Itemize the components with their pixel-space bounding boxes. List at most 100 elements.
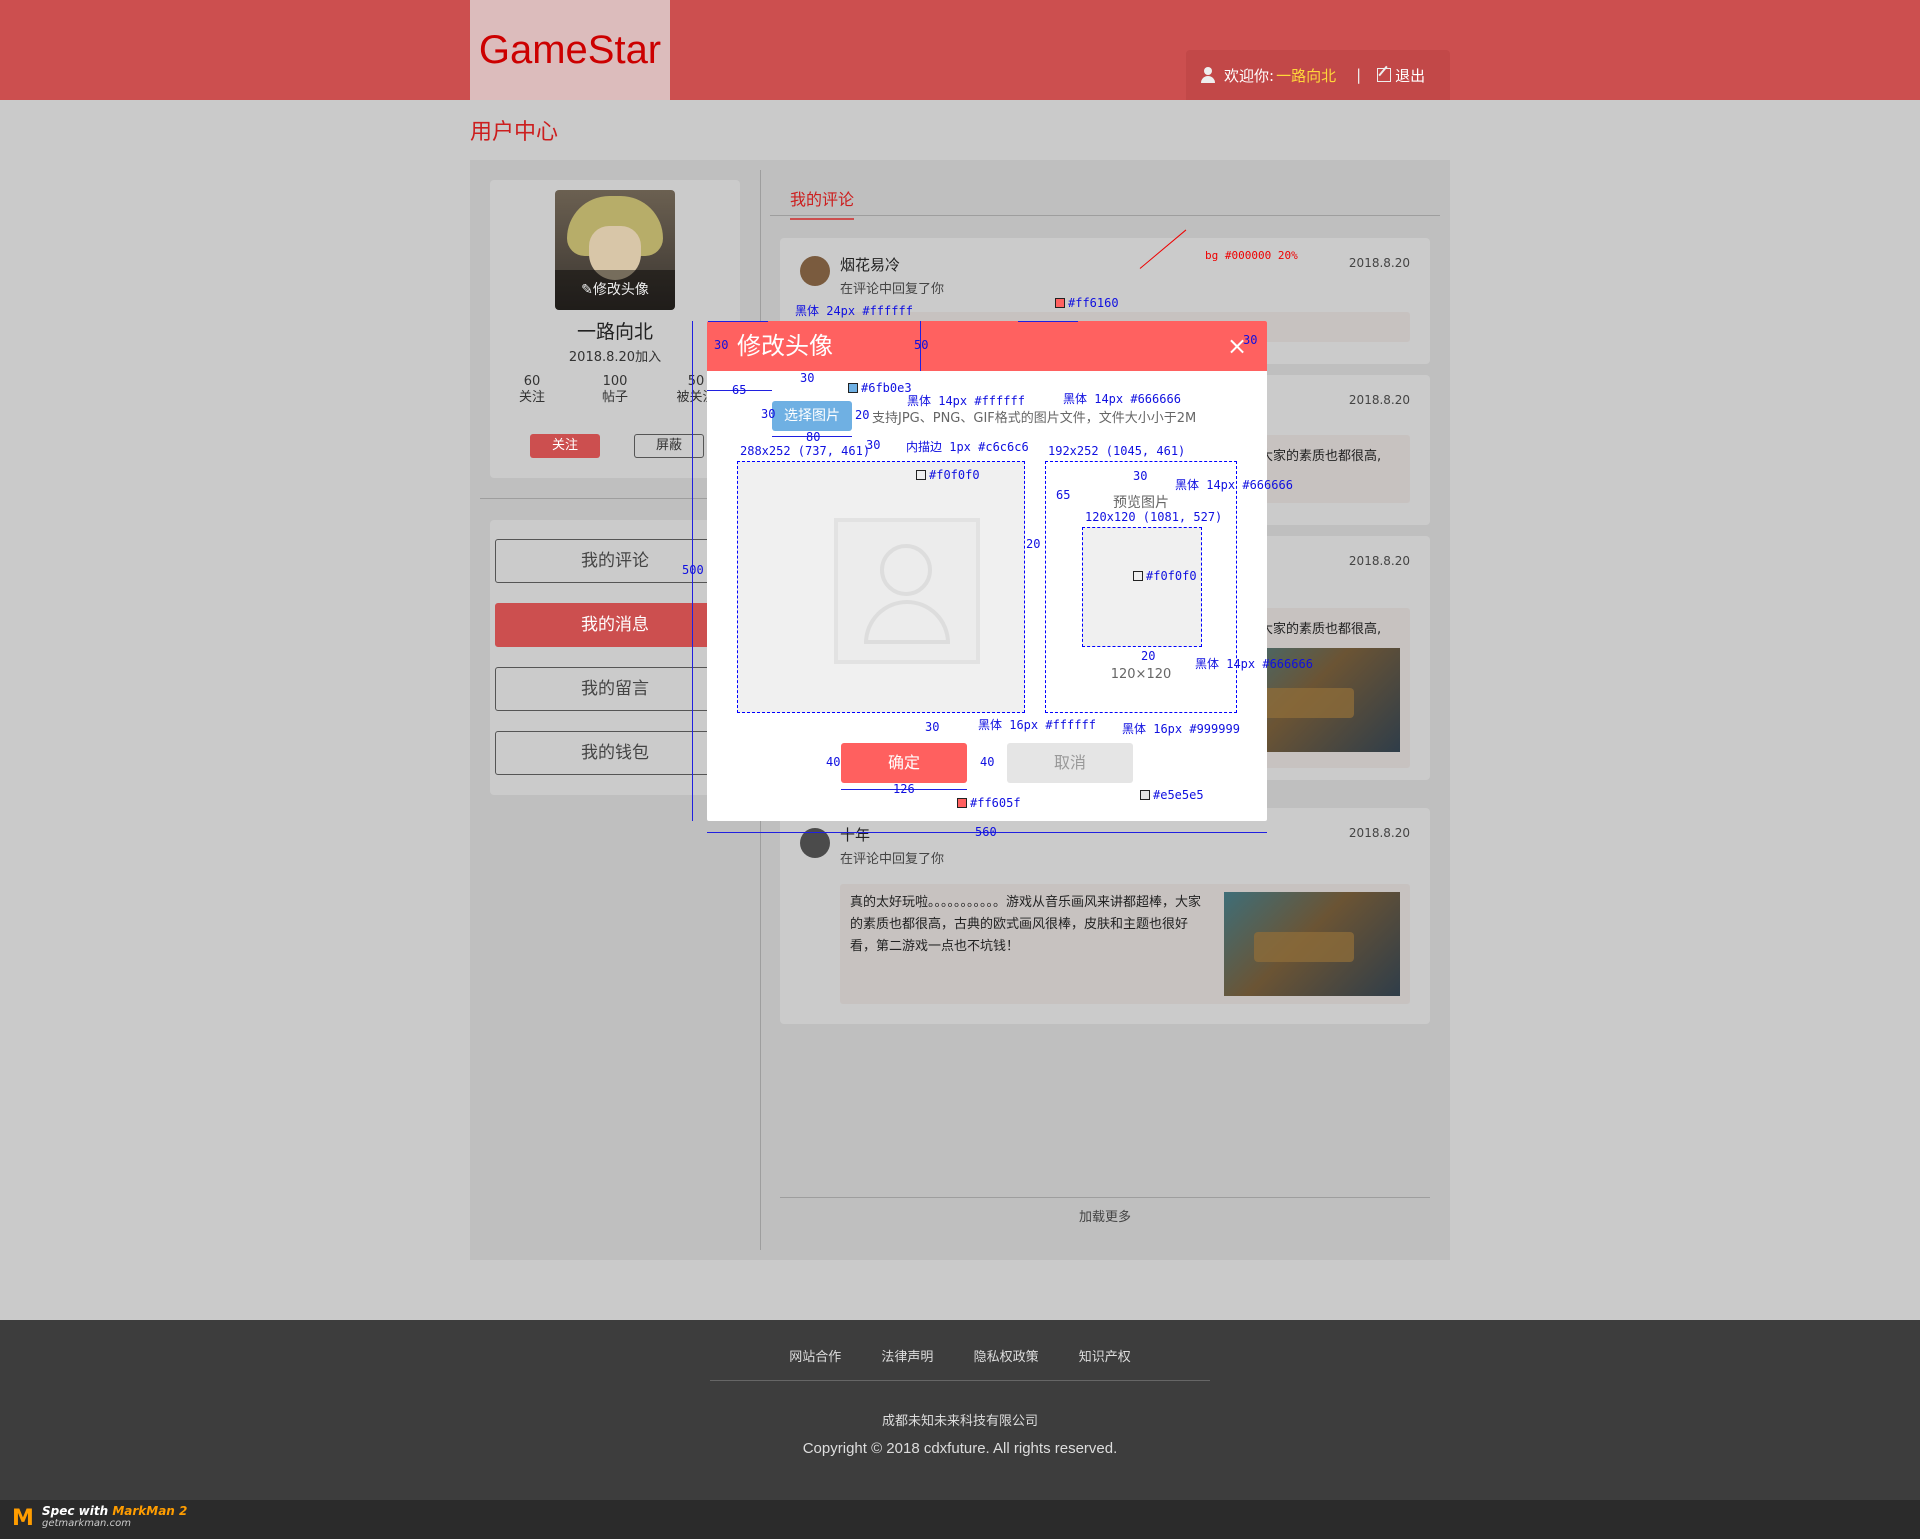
annotation-preview-font: 黑体 14px #666666 xyxy=(1175,478,1293,492)
annotation-crop-size: 288x252 (737, 461) xyxy=(740,444,871,458)
annotation-dim: 126 xyxy=(893,782,915,796)
annotation-dim: 50 xyxy=(914,338,929,352)
comment-text: 真的太好玩啦。。。。。。。。。。。游戏从音乐画风来讲都超棒，大家的素质也都很高，… xyxy=(850,895,1202,954)
stat-label: 关注 xyxy=(518,390,545,405)
footer-link-ip[interactable]: 知识产权 xyxy=(1079,1350,1131,1365)
preview-label: 预览图片 xyxy=(1113,495,1169,511)
follow-button[interactable]: 关注 xyxy=(530,434,600,458)
preview-area: 预览图片 120×120 xyxy=(1045,461,1237,713)
comment-text-peek: 大家的素质也都很高, xyxy=(1260,622,1382,637)
annotation-dim: 500 xyxy=(682,563,704,577)
annotation-preview-size: 192x252 (1045, 461) xyxy=(1048,444,1186,458)
comment-subtitle: 在评论中回复了你 xyxy=(840,852,945,867)
annotation-dim: 20 xyxy=(1141,649,1156,663)
commenter-name[interactable]: 十年 xyxy=(840,824,870,845)
annotation-dim: 40 xyxy=(826,755,841,769)
comment-date: 2018.8.20 xyxy=(1348,554,1410,568)
comment-subtitle: 在评论中回复了你 xyxy=(840,282,945,297)
comment-date: 2018.8.20 xyxy=(1348,826,1410,840)
annotation-choose-font: 黑体 14px #ffffff xyxy=(907,394,1025,408)
site-logo[interactable]: GameStar xyxy=(470,0,670,100)
stat-posts[interactable]: 100 帖子 xyxy=(585,374,645,406)
annotation-dim: 40 xyxy=(980,755,995,769)
footer-divider xyxy=(710,1380,1210,1381)
annotation-choose-color-text: #6fb0e3 xyxy=(861,381,912,395)
comment-date: 2018.8.20 xyxy=(1348,393,1410,407)
swatch-icon xyxy=(957,798,967,808)
logout-icon[interactable] xyxy=(1377,68,1392,82)
annotation-line xyxy=(1018,321,1078,322)
user-bar: 欢迎你: 一路向北 | 退出 xyxy=(1186,50,1450,100)
annotation-dim: 20 xyxy=(1026,537,1041,551)
choose-image-button[interactable]: 选择图片 xyxy=(772,401,852,431)
menu-my-messages[interactable]: 我的消息 xyxy=(495,603,735,647)
modal-header: 修改头像 × xyxy=(707,321,1267,371)
cancel-button[interactable]: 取消 xyxy=(1007,743,1133,783)
annotation-choose-color: #6fb0e3 xyxy=(848,381,912,395)
footer-link-legal[interactable]: 法律声明 xyxy=(881,1350,933,1365)
edit-avatar-button[interactable]: ✎修改头像 xyxy=(555,270,675,310)
footer-copyright: Copyright © 2018 cdxfuture. All rights r… xyxy=(802,1440,1118,1457)
annotation-size-font: 黑体 14px #666666 xyxy=(1195,657,1313,671)
menu-my-wallet[interactable]: 我的钱包 xyxy=(495,731,735,775)
header-separator: | xyxy=(1356,66,1362,84)
commenter-avatar[interactable] xyxy=(800,256,830,286)
crop-area[interactable] xyxy=(737,461,1025,713)
annotation-hint-font: 黑体 14px #666666 xyxy=(1063,392,1181,406)
annotation-dim: 65 xyxy=(732,383,747,397)
load-more-link[interactable]: 加载更多 xyxy=(780,1206,1430,1225)
swatch-icon xyxy=(848,383,858,393)
comment-body: 真的太好玩啦。。。。。。。。。。。游戏从音乐画风来讲都超棒，大家的素质也都很高，… xyxy=(840,884,1410,1004)
annotation-dim: 30 xyxy=(1243,333,1258,347)
page-title: 用户中心 xyxy=(470,120,559,145)
avatar[interactable]: ✎修改头像 xyxy=(555,190,675,310)
load-more-divider xyxy=(780,1197,1430,1198)
annotation-cancel-font: 黑体 16px #999999 xyxy=(1122,722,1240,736)
comment-game-image[interactable] xyxy=(1224,892,1400,996)
pencil-icon: ✎ xyxy=(581,282,593,298)
stat-value: 60 xyxy=(523,374,541,389)
annotation-cancel-color: #e5e5e5 xyxy=(1140,788,1204,802)
annotation-preview-bg: #f0f0f0 xyxy=(1133,569,1197,583)
annotation-title-font: 黑体 24px #ffffff xyxy=(795,304,913,318)
comment-text-peek: 大家的素质也都很高, xyxy=(1260,449,1382,464)
user-icon xyxy=(1200,67,1216,83)
header-username[interactable]: 一路向北 xyxy=(1276,65,1336,86)
block-button[interactable]: 屏蔽 xyxy=(634,434,704,458)
annotation-dim: 30 xyxy=(714,338,729,352)
placeholder-head xyxy=(880,544,932,596)
annotation-ok-font: 黑体 16px #ffffff xyxy=(978,718,1096,732)
confirm-button[interactable]: 确定 xyxy=(841,743,967,783)
logout-link[interactable]: 退出 xyxy=(1395,65,1425,86)
upload-hint: 支持JPG、PNG、GIF格式的图片文件，文件大小小于2M xyxy=(872,411,1197,426)
commenter-name[interactable]: 烟花易冷 xyxy=(840,254,900,275)
annotation-ok-color-text: #ff605f xyxy=(970,796,1021,810)
annotation-dim: 65 xyxy=(1056,488,1071,502)
markman-badge: M Spec with MarkMan 2 getmarkman.com xyxy=(12,1504,188,1531)
swatch-icon xyxy=(1133,571,1143,581)
footer: 网站合作 法律声明 隐私权政策 知识产权 成都未知未来科技有限公司 Copyri… xyxy=(0,1320,1920,1500)
swatch-icon xyxy=(1055,298,1065,308)
markman-name: MarkMan 2 xyxy=(112,1504,188,1518)
annotation-dim: 30 xyxy=(800,371,815,385)
footer-link-cooperation[interactable]: 网站合作 xyxy=(789,1350,841,1365)
annotation-dim: 30 xyxy=(761,407,776,421)
stat-following[interactable]: 60 关注 xyxy=(502,374,562,406)
menu-my-guestbook[interactable]: 我的留言 xyxy=(495,667,735,711)
markman-site: getmarkman.com xyxy=(42,1518,131,1529)
placeholder-body xyxy=(864,600,950,644)
modal-title: 修改头像 xyxy=(737,332,833,360)
annotation-dim: 30 xyxy=(925,720,940,734)
comment-date: 2018.8.20 xyxy=(1348,256,1410,270)
annotation-dim: 80 xyxy=(806,430,821,444)
annotation-ok-color: #ff605f xyxy=(957,796,1021,810)
annotation-crop-bg: #f0f0f0 xyxy=(916,468,980,482)
swatch-icon xyxy=(1140,790,1150,800)
markman-bar xyxy=(0,1500,1920,1539)
annotation-crop-bg-text: #f0f0f0 xyxy=(929,468,980,482)
footer-link-privacy[interactable]: 隐私权政策 xyxy=(974,1350,1039,1365)
footer-company: 成都未知未来科技有限公司 xyxy=(881,1414,1038,1429)
annotation-cancel-color-text: #e5e5e5 xyxy=(1153,788,1204,802)
comment-card: 十年 在评论中回复了你 2018.8.20 真的太好玩啦。。。。。。。。。。。游… xyxy=(780,808,1430,1024)
swatch-icon xyxy=(916,470,926,480)
